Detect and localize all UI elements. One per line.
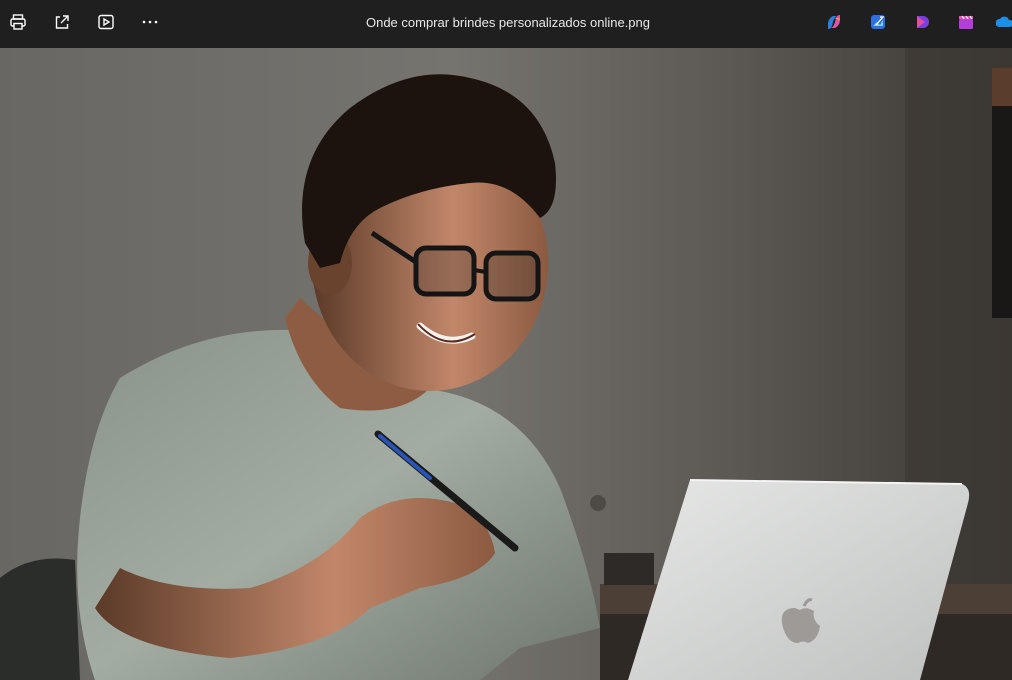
- share-icon: [53, 13, 71, 36]
- clapperboard-icon: [957, 13, 975, 36]
- ellipsis-icon: [140, 13, 160, 36]
- share-button[interactable]: [48, 10, 76, 38]
- photo-editor-button[interactable]: [868, 14, 888, 34]
- onedrive-button[interactable]: [996, 14, 1012, 34]
- window-title: Onde comprar brindes personalizados onli…: [365, 15, 650, 30]
- clipchamp-button[interactable]: [912, 14, 932, 34]
- clipchamp-icon: [913, 13, 931, 36]
- image-viewer[interactable]: [0, 48, 1012, 680]
- copilot-icon: [825, 13, 843, 36]
- designer-image-icon: [869, 13, 887, 36]
- video-editor-button[interactable]: [956, 14, 976, 34]
- photo: [0, 48, 1012, 680]
- copilot-button[interactable]: [824, 14, 844, 34]
- print-button[interactable]: [4, 10, 32, 38]
- top-toolbar: Onde comprar brindes personalizados onli…: [0, 0, 1012, 48]
- play-icon: [97, 13, 115, 36]
- more-options-button[interactable]: [136, 10, 164, 38]
- slideshow-button[interactable]: [92, 10, 120, 38]
- cloud-icon: [996, 14, 1012, 34]
- printer-icon: [9, 13, 27, 36]
